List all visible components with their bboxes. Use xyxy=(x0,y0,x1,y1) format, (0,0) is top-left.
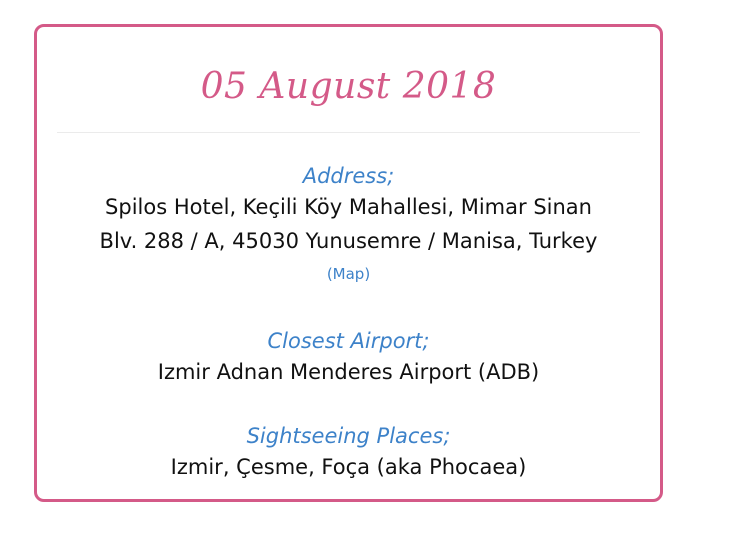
airport-section: Closest Airport; Izmir Adnan Menderes Ai… xyxy=(37,327,660,389)
sightseeing-value: Izmir, Çesme, Foça (aka Phocaea) xyxy=(170,455,527,479)
event-date: 05 August 2018 xyxy=(200,66,497,107)
event-info-card: 05 August 2018 Address; Spilos Hotel, Ke… xyxy=(34,24,663,502)
sightseeing-section: Sightseeing Places; Izmir, Çesme, Foça (… xyxy=(37,422,660,484)
airport-value: Izmir Adnan Menderes Airport (ADB) xyxy=(157,360,540,384)
airport-label: Closest Airport; xyxy=(267,329,430,353)
map-link[interactable]: (Map) xyxy=(327,264,370,284)
divider xyxy=(57,132,640,133)
sightseeing-label: Sightseeing Places; xyxy=(246,424,451,448)
address-label: Address; xyxy=(302,164,395,188)
address-line-2: Blv. 288 / A, 45030 Yunusemre / Manisa, … xyxy=(99,229,598,253)
address-line-1: Spilos Hotel, Keçili Köy Mahallesi, Mima… xyxy=(105,195,592,219)
address-section: Address; Spilos Hotel, Keçili Köy Mahall… xyxy=(37,162,660,284)
